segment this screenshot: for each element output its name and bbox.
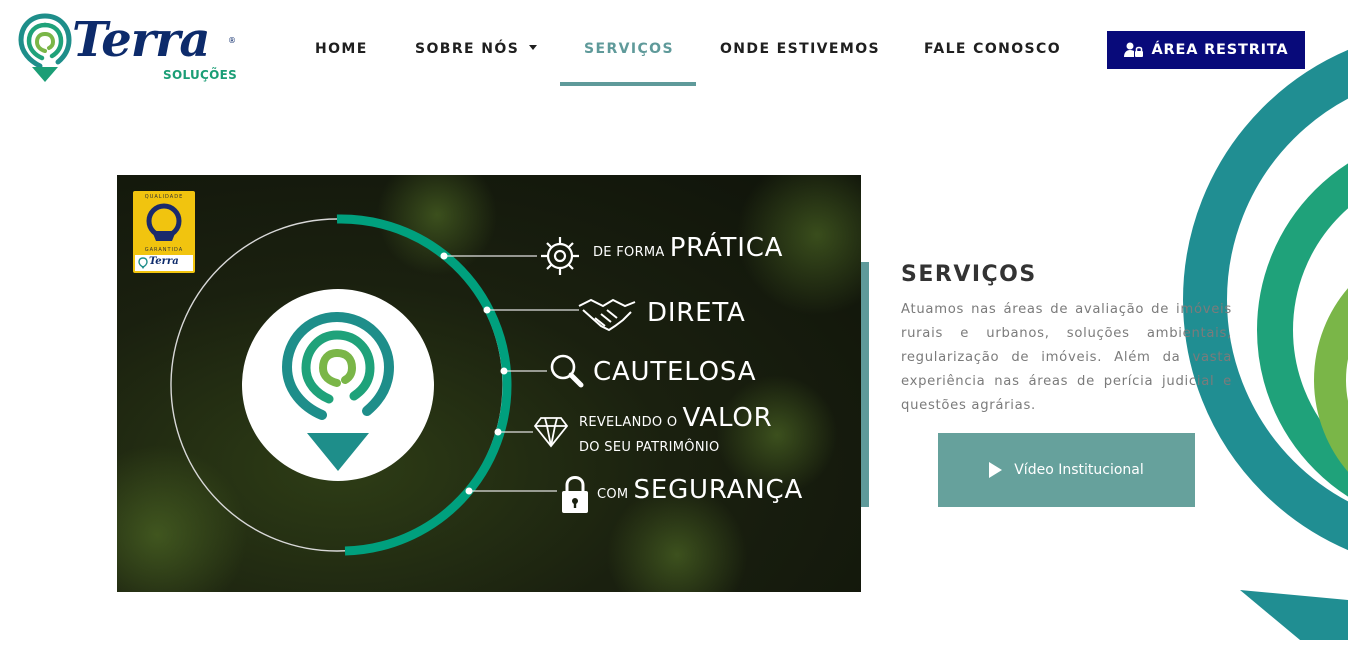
- feature-cautelosa: CAUTELOSA: [593, 357, 756, 387]
- feature-suffix: DO SEU PATRIMÔNIO: [579, 440, 720, 455]
- main-nav: HOME SOBRE NÓS SERVIÇOS ONDE ESTIVEMOS F…: [0, 0, 1348, 90]
- services-accent-bar: [861, 262, 869, 507]
- nav-item-home[interactable]: HOME: [315, 40, 368, 58]
- feature-label: SEGURANÇA: [633, 475, 804, 505]
- feature-seguranca: COM SEGURANÇA: [597, 475, 803, 505]
- seal-brand-name: Terra: [149, 256, 179, 267]
- area-restrita-button[interactable]: ÁREA RESTRITA: [1107, 31, 1305, 69]
- nav-item-label: HOME: [315, 41, 368, 57]
- feature-direta: DIRETA: [647, 298, 746, 328]
- feature-label: CAUTELOSA: [593, 357, 757, 387]
- handshake-icon: [578, 298, 636, 332]
- quality-seal: QUALIDADE GARANTIDA Terra: [133, 191, 195, 273]
- nav-item-onde-estivemos[interactable]: ONDE ESTIVEMOS: [720, 40, 880, 58]
- feature-prefix: DE FORMA: [593, 245, 665, 260]
- feature-label: PRÁTICA: [669, 233, 784, 263]
- services-description: Atuamos nas áreas de avaliação de imóvei…: [901, 302, 1232, 413]
- gear-icon: [541, 237, 579, 275]
- play-icon: [989, 462, 1003, 478]
- seal-emblem-icon: [146, 203, 182, 241]
- services-title: SERVIÇOS: [901, 262, 1037, 287]
- nav-item-label: SERVIÇOS: [584, 41, 674, 57]
- active-nav-indicator: [560, 82, 696, 86]
- user-lock-icon: [1123, 42, 1143, 57]
- area-restrita-label: ÁREA RESTRITA: [1151, 42, 1289, 58]
- caret-down-icon: [529, 44, 538, 50]
- feature-valor-suffix: DO SEU PATRIMÔNIO: [579, 436, 720, 455]
- magnifier-icon: [550, 354, 584, 388]
- nav-item-label: SOBRE NÓS: [415, 41, 520, 57]
- padlock-icon: [562, 476, 588, 513]
- feature-label: DIRETA: [647, 298, 746, 328]
- nav-item-fale-conosco[interactable]: FALE CONOSCO: [924, 40, 1061, 58]
- video-institucional-button[interactable]: Vídeo Institucional: [938, 433, 1195, 507]
- seal-top-text: QUALIDADE: [144, 194, 184, 200]
- seal-mid-text: GARANTIDA: [144, 247, 184, 253]
- nav-item-servicos[interactable]: SERVIÇOS: [584, 40, 674, 58]
- seal-brand: Terra: [135, 255, 193, 271]
- feature-valor: REVELANDO O VALOR: [579, 403, 773, 433]
- video-button-label: Vídeo Institucional: [1014, 462, 1144, 478]
- services-banner: QUALIDADE GARANTIDA Terra DE FORMA PRÁTI…: [117, 175, 861, 592]
- nav-item-label: ONDE ESTIVEMOS: [720, 41, 880, 57]
- nav-item-sobre-nos[interactable]: SOBRE NÓS: [415, 40, 538, 58]
- feature-pratica: DE FORMA PRÁTICA: [593, 233, 783, 263]
- diamond-icon: [533, 417, 569, 448]
- feature-label: VALOR: [682, 403, 773, 433]
- nav-item-label: FALE CONOSCO: [924, 41, 1062, 57]
- seal-fingerprint-icon: [138, 257, 148, 269]
- feature-prefix: REVELANDO O: [579, 415, 678, 430]
- feature-prefix: COM: [597, 487, 629, 502]
